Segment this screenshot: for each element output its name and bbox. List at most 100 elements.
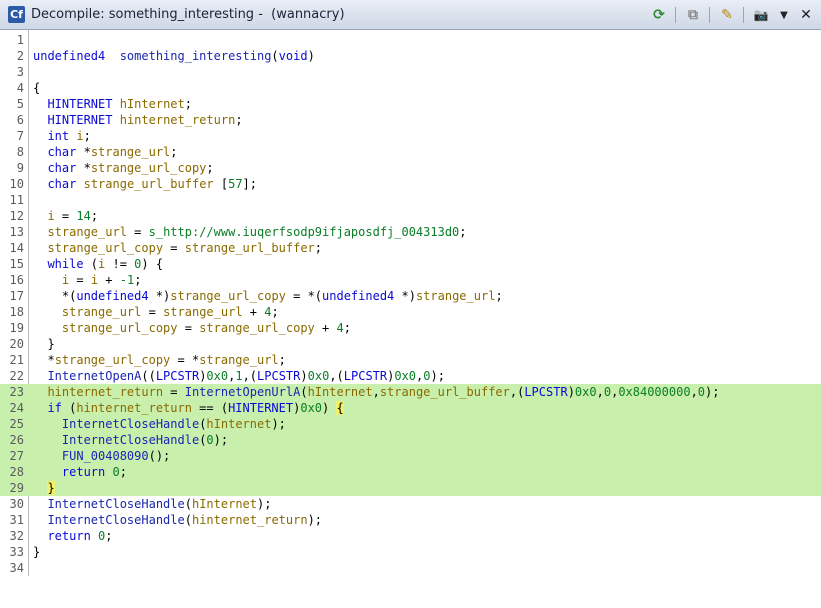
code-line[interactable]: 13 strange_url = s_http://www.iuqerfsodp… [0, 224, 821, 240]
code-line[interactable]: 17 *(undefined4 *)strange_url_copy = *(u… [0, 288, 821, 304]
code-line[interactable]: 19 strange_url_copy = strange_url_copy +… [0, 320, 821, 336]
code-line[interactable]: 21 *strange_url_copy = *strange_url; [0, 352, 821, 368]
menu-dropdown-icon[interactable]: ▼ [775, 6, 793, 24]
code-text[interactable]: InternetCloseHandle(hInternet); [33, 496, 271, 512]
code-line[interactable]: 26 InternetCloseHandle(0); [0, 432, 821, 448]
code-line[interactable]: 33} [0, 544, 821, 560]
token-var[interactable]: strange_url_copy [62, 321, 178, 335]
code-line[interactable]: 7 int i; [0, 128, 821, 144]
token-fn[interactable]: InternetOpenUrlA [185, 385, 301, 399]
code-line[interactable]: 25 InternetCloseHandle(hInternet); [0, 416, 821, 432]
code-line[interactable]: 22 InternetOpenA((LPCSTR)0x0,1,(LPCSTR)0… [0, 368, 821, 384]
token-var[interactable]: hInternet [308, 385, 373, 399]
token-var[interactable]: strange_url_copy [170, 289, 286, 303]
code-line[interactable]: 14 strange_url_copy = strange_url_buffer… [0, 240, 821, 256]
code-text[interactable]: i = 14; [33, 208, 98, 224]
token-var[interactable]: strange_url_buffer [380, 385, 510, 399]
token-var[interactable]: strange_url_copy [55, 353, 171, 367]
code-text[interactable]: strange_url_copy = strange_url_buffer; [33, 240, 322, 256]
token-var[interactable]: strange_url [62, 305, 141, 319]
code-text[interactable]: FUN_00408090(); [33, 448, 170, 464]
token-var[interactable]: i [91, 273, 98, 287]
token-fn[interactable]: InternetCloseHandle [62, 417, 199, 431]
code-text[interactable]: } [33, 544, 40, 560]
close-icon[interactable]: ✕ [797, 6, 815, 24]
code-line[interactable]: 31 InternetCloseHandle(hinternet_return)… [0, 512, 821, 528]
token-var[interactable]: strange_url [416, 289, 495, 303]
code-line[interactable]: 6 HINTERNET hinternet_return; [0, 112, 821, 128]
code-line[interactable]: 32 return 0; [0, 528, 821, 544]
code-text[interactable]: } [33, 480, 55, 496]
code-line[interactable]: 18 strange_url = strange_url + 4; [0, 304, 821, 320]
code-text[interactable]: char *strange_url; [33, 144, 177, 160]
code-line[interactable]: 5 HINTERNET hInternet; [0, 96, 821, 112]
decompiler-code-view[interactable]: 1 2 undefined4 something_interesting(void)… [0, 30, 821, 608]
code-text[interactable]: InternetCloseHandle(hInternet); [33, 416, 286, 432]
code-line[interactable]: 12 i = 14; [0, 208, 821, 224]
code-text[interactable]: return 0; [33, 464, 127, 480]
token-var[interactable]: hInternet [206, 417, 271, 431]
token-var[interactable]: hinternet_return [47, 385, 163, 399]
code-line[interactable]: 4{ [0, 80, 821, 96]
code-text[interactable]: int i; [33, 128, 90, 144]
code-line[interactable]: 34 [0, 560, 821, 576]
code-text[interactable]: HINTERNET hInternet; [33, 96, 192, 112]
token-fn[interactable]: InternetCloseHandle [47, 513, 184, 527]
code-line[interactable]: 28 return 0; [0, 464, 821, 480]
token-var[interactable]: strange_url_buffer [84, 177, 214, 191]
code-text[interactable]: if (hinternet_return == (HINTERNET)0x0) … [33, 400, 344, 416]
code-text[interactable]: strange_url = s_http://www.iuqerfsodp9if… [33, 224, 466, 240]
token-fn[interactable]: InternetCloseHandle [62, 433, 199, 447]
code-text[interactable]: InternetCloseHandle(hinternet_return); [33, 512, 322, 528]
code-line[interactable]: 10 char strange_url_buffer [57]; [0, 176, 821, 192]
code-line[interactable]: 11 [0, 192, 821, 208]
code-line[interactable]: 9 char *strange_url_copy; [0, 160, 821, 176]
token-fn[interactable]: InternetOpenA [47, 369, 141, 383]
code-text[interactable]: char strange_url_buffer [57]; [33, 176, 257, 192]
code-text[interactable]: strange_url_copy = strange_url_copy + 4; [33, 320, 351, 336]
code-text[interactable]: return 0; [33, 528, 112, 544]
token-var[interactable]: strange_url [163, 305, 242, 319]
token-var[interactable]: hinternet_return [120, 113, 236, 127]
code-line[interactable]: 27 FUN_00408090(); [0, 448, 821, 464]
token-var[interactable]: hinternet_return [76, 401, 192, 415]
code-line[interactable]: 15 while (i != 0) { [0, 256, 821, 272]
code-line[interactable]: 29 } [0, 480, 821, 496]
token-fn[interactable]: something_interesting [120, 49, 272, 63]
token-var[interactable]: i [76, 129, 83, 143]
code-line[interactable]: 1 [0, 32, 821, 48]
code-text[interactable]: HINTERNET hinternet_return; [33, 112, 242, 128]
code-text[interactable]: hinternet_return = InternetOpenUrlA(hInt… [33, 384, 719, 400]
token-var[interactable]: hInternet [192, 497, 257, 511]
code-line[interactable]: 24 if (hinternet_return == (HINTERNET)0x… [0, 400, 821, 416]
token-var[interactable]: strange_url [91, 145, 170, 159]
code-text[interactable]: InternetOpenA((LPCSTR)0x0,1,(LPCSTR)0x0,… [33, 368, 445, 384]
code-line[interactable]: 8 char *strange_url; [0, 144, 821, 160]
token-var[interactable]: strange_url_buffer [185, 241, 315, 255]
token-fn[interactable]: FUN_00408090 [62, 449, 149, 463]
token-var[interactable]: strange_url [47, 225, 126, 239]
code-line[interactable]: 2 undefined4 something_interesting(void) [0, 48, 821, 64]
code-line[interactable]: 16 i = i + -1; [0, 272, 821, 288]
copy-icon[interactable]: ⧉ [684, 6, 702, 24]
code-text[interactable]: undefined4 something_interesting(void) [33, 48, 315, 64]
code-line[interactable]: 20 } [0, 336, 821, 352]
token-var[interactable]: strange_url_copy [47, 241, 163, 255]
code-text[interactable]: } [33, 336, 54, 352]
code-text[interactable]: { [33, 80, 40, 96]
code-text[interactable]: i = i + -1; [33, 272, 142, 288]
token-var[interactable]: strange_url [199, 353, 278, 367]
code-text[interactable]: *(undefined4 *)strange_url_copy = *(unde… [33, 288, 503, 304]
code-line[interactable]: 3 [0, 64, 821, 80]
token-var[interactable]: hInternet [120, 97, 185, 111]
code-text[interactable]: InternetCloseHandle(0); [33, 432, 228, 448]
code-text[interactable]: strange_url = strange_url + 4; [33, 304, 279, 320]
edit-icon[interactable]: ✎ [718, 6, 736, 24]
code-text[interactable]: *strange_url_copy = *strange_url; [33, 352, 285, 368]
token-var[interactable]: hinternet_return [192, 513, 308, 527]
code-text[interactable]: char *strange_url_copy; [33, 160, 213, 176]
token-var[interactable]: i [47, 209, 54, 223]
token-var[interactable]: strange_url_copy [91, 161, 207, 175]
refresh-icon[interactable]: ⟳ [650, 6, 668, 24]
code-line[interactable]: 23 hinternet_return = InternetOpenUrlA(h… [0, 384, 821, 400]
